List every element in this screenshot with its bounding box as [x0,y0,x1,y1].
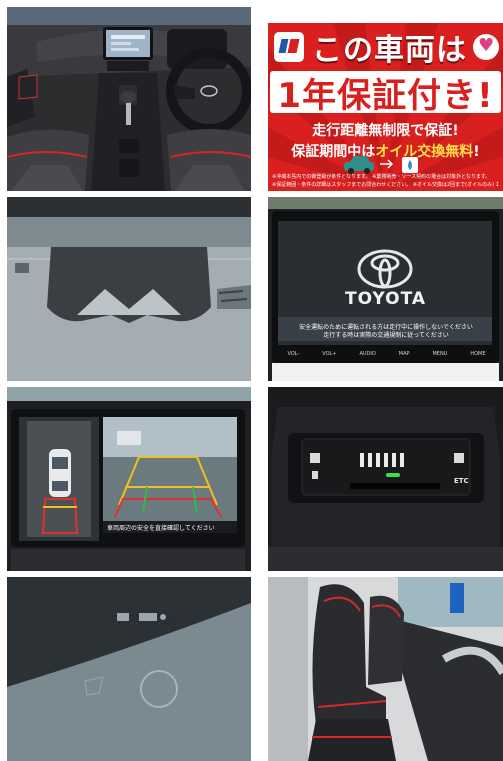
photo-navigation-screen: TOYOTA 安全運転のために運転される方は走行中に操作しないでください 走行す… [268,197,503,381]
etc-label: ETC [454,477,469,485]
promo-oil-text-post: ! [473,144,480,160]
nav-hardware-buttons: VOL- VOL+ AUDIO MAP MENU HOME [276,351,497,357]
car-and-oil-icons [344,156,418,174]
promo-title-line2-box: 1年保証付き! [270,71,501,116]
photo-windshield-camera [7,197,251,381]
promo-mileage-text: 走行距離無制限で保証! [312,123,459,139]
promo-title-line2: 1年保証付き! [277,75,494,116]
dashboard-illustration [7,7,251,191]
windshield-camera-illustration [7,197,251,381]
promo-title-line1: この車両は [312,33,467,68]
promo-header: この車両は [274,27,499,68]
nav-button-home: HOME [470,351,486,357]
photo-interior-dashboard [7,7,251,191]
camera-safety-notice: 車両周辺の安全を直接確認してください [107,525,215,532]
promo-warranty-banner: この車両は 1年保証付き! 走行距離無制限で保証! 保証期間中はオイル交換無料!… [268,7,503,191]
promo-fine-print-2: ※保証範囲・条件の詳細はスタッフまでお問合わせください。 ※オイル交換は2回まで… [272,182,499,188]
nav-button-menu: MENU [432,351,448,357]
promo-fine-print-1: ※沖縄本島内での御登録が条件となります。 ※業務販売・リース契約の場合は対象外と… [272,174,491,180]
nav-safety-notice-2: 走行する時は実際の交通規制に従ってください [323,332,449,339]
nav-button-vol-down: VOL- [287,351,300,357]
nav-button-vol-up: VOL+ [322,351,337,357]
nav-button-audio: AUDIO [359,351,376,357]
photo-front-seats [268,577,503,761]
photo-windshield-sensor [7,577,251,761]
photo-panoramic-camera-screen: 車両周辺の安全を直接確認してください [7,387,251,571]
heart-icon [473,34,499,60]
dealer-logo-icon [274,32,304,62]
windshield-sensor-illustration [7,577,251,761]
nav-button-map: MAP [398,351,410,357]
photo-etc-unit: ETC [268,387,503,571]
toyota-logo-text: TOYOTA [344,289,427,309]
panoramic-camera-illustration [7,387,251,571]
front-seats-illustration [268,577,503,761]
